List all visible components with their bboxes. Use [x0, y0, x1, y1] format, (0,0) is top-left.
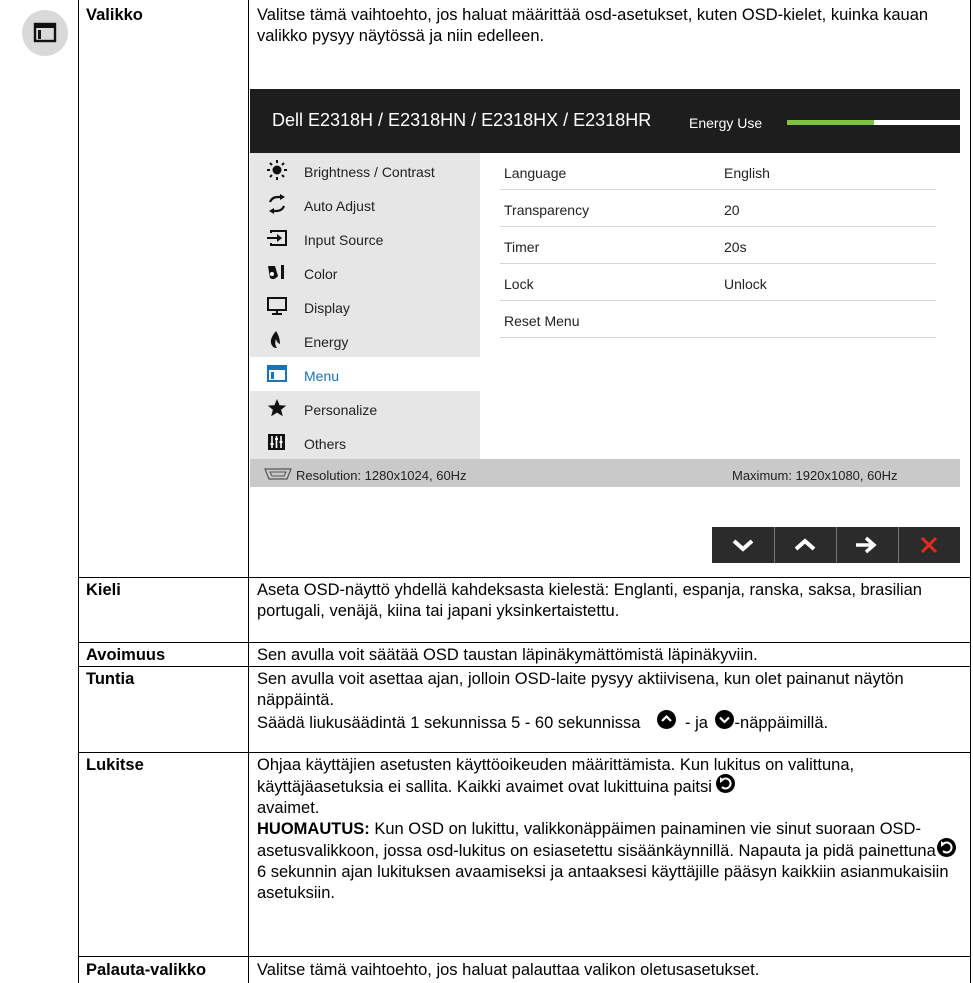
osd-menu-label: Input Source: [304, 232, 384, 248]
row-text-line: Sen avulla voit asettaa ajan, jolloin OS…: [257, 670, 904, 709]
osd-menu-item-input-source[interactable]: Input Source: [250, 221, 480, 255]
row-text-avoimuus: Sen avulla voit säätää OSD taustan läpin…: [257, 646, 758, 664]
back-button-icon: [936, 838, 956, 857]
row-text-valikko: Valitse tämä vaihtoehto, jos haluat määr…: [257, 6, 929, 45]
setting-name: Lock: [504, 276, 534, 292]
table-border-left: [78, 0, 79, 983]
energy-use-bar: [787, 120, 960, 125]
row-text-line: HUOMAUTUS: Kun OSD on lukittu, valikkonä…: [257, 819, 969, 904]
down-button[interactable]: [712, 527, 773, 563]
table-border-right: [970, 0, 971, 983]
osd-menu-label: Auto Adjust: [304, 198, 375, 214]
maximum-resolution-text: Maximum: 1920x1080, 60Hz: [732, 468, 898, 483]
row-label-lukitse: Lukitse: [86, 756, 144, 774]
enter-button[interactable]: [837, 527, 898, 563]
row-text-line: Ohjaa käyttäjien asetusten käyttöoikeude…: [257, 755, 969, 819]
close-icon: [919, 535, 939, 561]
exit-button[interactable]: [899, 527, 960, 563]
monitor-port-icon: [264, 466, 292, 487]
osd-menu-label: Others: [304, 436, 347, 452]
up-arrow-icon: [793, 537, 817, 559]
right-arrow-icon: [854, 536, 880, 560]
osd-menu-label: Display: [304, 300, 350, 316]
down-button-icon: [714, 710, 734, 729]
row-text-palauta-valikko: Valitse tämä vaihtoehto, jos haluat pala…: [257, 961, 760, 979]
row-text-kieli: Aseta OSD-näyttö yhdellä kahdeksasta kie…: [257, 581, 922, 620]
down-arrow-icon: [731, 537, 755, 559]
row-label-palauta-valikko: Palauta-valikko: [86, 961, 207, 979]
energy-icon: [266, 330, 288, 350]
osd-menu-item-others[interactable]: Others: [250, 425, 480, 459]
osd-setting-lock[interactable]: Lock Unlock: [500, 264, 936, 301]
energy-use-label: Energy Use: [689, 115, 763, 131]
row-label-tuntia: Tuntia: [86, 670, 135, 688]
table-border-mid: [248, 0, 249, 983]
row-text-line: Säädä liukusäädintä 1 sekunnissa 5 - 60 …: [257, 710, 969, 734]
row-divider: [78, 577, 971, 578]
row-label-valikko: Valikko: [86, 6, 143, 24]
energy-use-fill: [787, 120, 874, 125]
osd-menu-label: Menu: [304, 368, 340, 384]
osd-menu-label: Personalize: [304, 402, 378, 418]
row-divider: [78, 752, 971, 753]
up-button[interactable]: [775, 527, 836, 563]
setting-value: English: [724, 165, 770, 181]
osd-setting-reset-menu[interactable]: Reset Menu: [500, 301, 936, 338]
row-text-tuntia: Sen avulla voit asettaa ajan, jolloin OS…: [257, 669, 969, 734]
row-text-fragment: - ja: [685, 714, 708, 732]
row-text-fragment: avaimet.: [257, 799, 320, 817]
osd-setting-transparency[interactable]: Transparency 20: [500, 190, 936, 227]
osd-menu-label: Color: [304, 266, 338, 282]
setting-name: Language: [504, 165, 567, 181]
row-text-lukitse: Ohjaa käyttäjien asetusten käyttöoikeude…: [257, 755, 969, 904]
row-text-fragment: -näppäimillä.: [734, 714, 829, 732]
row-text-fragment: Ohjaa käyttäjien asetusten käyttöoikeude…: [257, 756, 855, 796]
menu-section-icon: [22, 10, 68, 56]
others-icon: [266, 432, 288, 452]
row-label-kieli: Kieli: [86, 581, 121, 599]
osd-menu-item-personalize[interactable]: Personalize: [250, 391, 480, 425]
setting-value: Unlock: [724, 276, 767, 292]
osd-setting-timer[interactable]: Timer 20s: [500, 227, 936, 264]
setting-value: 20: [724, 202, 740, 218]
osd-header: Dell E2318H / E2318HN / E2318HX / E2318H…: [250, 89, 960, 153]
star-icon: [266, 398, 288, 418]
osd-footer: Resolution: 1280x1024, 60Hz Maximum: 192…: [250, 459, 960, 487]
osd-menu-screenshot: Dell E2318H / E2318HN / E2318HX / E2318H…: [250, 89, 960, 487]
resolution-text: Resolution: 1280x1024, 60Hz: [296, 468, 467, 483]
setting-name: Reset Menu: [504, 313, 580, 329]
osd-menu-label: Energy: [304, 334, 349, 350]
osd-setting-language[interactable]: Language English: [500, 153, 936, 190]
osd-menu-item-brightness-contrast[interactable]: Brightness / Contrast: [250, 153, 480, 187]
row-label-avoimuus: Avoimuus: [86, 646, 166, 664]
up-button-icon: [657, 710, 677, 729]
osd-sidebar: Brightness / Contrast Auto Adjust Input …: [250, 153, 480, 459]
setting-name: Timer: [504, 239, 540, 255]
row-divider: [78, 666, 971, 667]
osd-menu-item-color[interactable]: Color: [250, 255, 480, 289]
osd-nav-buttons: [712, 527, 960, 563]
osd-menu-item-display[interactable]: Display: [250, 289, 480, 323]
input-source-icon: [266, 228, 288, 248]
back-button-icon: [715, 774, 735, 793]
display-icon: [266, 296, 288, 316]
auto-adjust-icon: [266, 194, 288, 214]
row-text-fragment: Säädä liukusäädintä 1 sekunnissa 5 - 60 …: [257, 714, 641, 732]
osd-menu-item-auto-adjust[interactable]: Auto Adjust: [250, 187, 480, 221]
row-text-fragment: 6 sekunnin ajan lukituksen avaamiseksi j…: [257, 863, 949, 902]
osd-title: Dell E2318H / E2318HN / E2318HX / E2318H…: [272, 110, 652, 130]
setting-name: Transparency: [504, 202, 590, 218]
menu-icon: [266, 364, 288, 384]
osd-menu-label: Brightness / Contrast: [304, 164, 435, 180]
osd-settings-panel: Language English Transparency 20 Timer 2…: [480, 153, 960, 459]
note-label: HUOMAUTUS:: [257, 820, 370, 838]
row-divider: [78, 956, 971, 957]
osd-menu-item-menu[interactable]: Menu: [250, 357, 480, 391]
setting-value: 20s: [724, 239, 747, 255]
osd-menu-item-energy[interactable]: Energy: [250, 323, 480, 357]
color-icon: [266, 262, 288, 282]
row-divider: [78, 642, 971, 643]
brightness-icon: [266, 160, 288, 180]
